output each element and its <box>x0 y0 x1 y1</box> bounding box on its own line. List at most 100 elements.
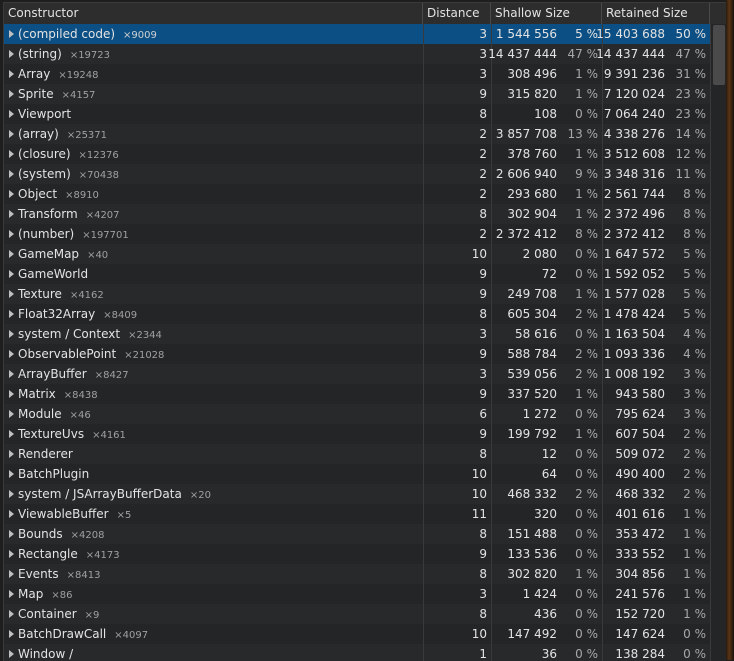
expand-triangle-icon[interactable] <box>9 130 14 138</box>
constructor-name: system / Context <box>18 327 121 341</box>
expand-triangle-icon[interactable] <box>9 290 14 298</box>
table-row[interactable]: Rectangle ×4173 9 133 536 0 % 333 552 1 % <box>4 544 710 564</box>
distance-cell: 10 <box>423 624 491 644</box>
expand-triangle-icon[interactable] <box>9 250 14 258</box>
table-row[interactable]: ObservablePoint ×21028 9 588 784 2 % 1 093 33… <box>4 344 710 364</box>
shallow-size-cell: 58 616 0 % <box>491 324 602 344</box>
table-row[interactable]: (array) ×25371 2 3 857 708 13 % 4 338 276 14 % <box>4 124 710 144</box>
table-row[interactable]: Sprite ×4157 9 315 820 1 % 7 120 024 23 % <box>4 84 710 104</box>
shallow-size-value: 58 616 <box>515 327 557 341</box>
expand-triangle-icon[interactable] <box>9 550 14 558</box>
expand-triangle-icon[interactable] <box>9 370 14 378</box>
expand-triangle-icon[interactable] <box>9 310 14 318</box>
expand-triangle-icon[interactable] <box>9 110 14 118</box>
expand-triangle-icon[interactable] <box>9 450 14 458</box>
expand-triangle-icon[interactable] <box>9 650 14 658</box>
expand-triangle-icon[interactable] <box>9 570 14 578</box>
expand-triangle-icon[interactable] <box>9 530 14 538</box>
expand-triangle-icon[interactable] <box>9 590 14 598</box>
table-row[interactable]: BatchDrawCall ×4097 10 147 492 0 % 147 624 0 % <box>4 624 710 644</box>
table-row[interactable]: Module ×46 6 1 272 0 % 795 624 3 % <box>4 404 710 424</box>
table-row[interactable]: GameWorld 9 72 0 % 1 592 052 5 % <box>4 264 710 284</box>
retained-size-value: 401 616 <box>615 507 665 521</box>
table-row[interactable]: Texture ×4162 9 249 708 1 % 1 577 028 5 % <box>4 284 710 304</box>
constructor-cell: Module ×46 <box>4 404 423 424</box>
table-row[interactable]: Window / 1 36 0 % 138 284 0 % <box>4 644 710 661</box>
shallow-size-column-header[interactable]: Shallow Size <box>491 3 602 24</box>
constructor-rows: (compiled code) ×9009 3 1 544 556 5 % 15 403 … <box>4 24 710 661</box>
expand-triangle-icon[interactable] <box>9 410 14 418</box>
retained-size-value: 9 391 236 <box>603 67 665 81</box>
table-row[interactable]: Bounds ×4208 8 151 488 0 % 353 472 1 % <box>4 524 710 544</box>
retained-size-value: 1 647 572 <box>603 247 665 261</box>
instance-count: ×12376 <box>78 150 119 161</box>
retained-size-cell: 2 372 412 8 % <box>602 224 710 244</box>
expand-triangle-icon[interactable] <box>9 70 14 78</box>
table-row[interactable]: Float32Array ×8409 8 605 304 2 % 1 478 424 5 % <box>4 304 710 324</box>
expand-triangle-icon[interactable] <box>9 170 14 178</box>
table-row[interactable]: Viewport 8 108 0 % 7 064 240 23 % <box>4 104 710 124</box>
table-row[interactable]: (number) ×197701 2 2 372 412 8 % 2 372 412 8 % <box>4 224 710 244</box>
retained-size-percent: 3 % <box>683 407 706 421</box>
shallow-size-percent: 0 % <box>575 327 598 341</box>
expand-triangle-icon[interactable] <box>9 430 14 438</box>
table-row[interactable]: Renderer 8 12 0 % 509 072 2 % <box>4 444 710 464</box>
shallow-size-percent: 1 % <box>575 207 598 221</box>
table-row[interactable]: Container ×9 8 436 0 % 152 720 1 % <box>4 604 710 624</box>
vertical-scrollbar[interactable] <box>710 24 726 661</box>
table-row[interactable]: (system) ×70438 2 2 606 940 9 % 3 348 316 11 % <box>4 164 710 184</box>
table-row[interactable]: system / Context ×2344 3 58 616 0 % 1 163 504… <box>4 324 710 344</box>
expand-triangle-icon[interactable] <box>9 510 14 518</box>
constructor-column-header[interactable]: Constructor <box>4 3 423 24</box>
shallow-size-cell: 293 680 1 % <box>491 184 602 204</box>
expand-triangle-icon[interactable] <box>9 630 14 638</box>
constructor-name: (array) <box>18 127 59 141</box>
expand-triangle-icon[interactable] <box>9 150 14 158</box>
distance-cell: 6 <box>423 404 491 424</box>
instance-count: ×2344 <box>128 330 162 341</box>
distance-cell: 8 <box>423 604 491 624</box>
expand-triangle-icon[interactable] <box>9 470 14 478</box>
table-row[interactable]: ArrayBuffer ×8427 3 539 056 2 % 1 008 192 3 % <box>4 364 710 384</box>
table-row[interactable]: Object ×8910 2 293 680 1 % 2 561 744 8 % <box>4 184 710 204</box>
table-row[interactable]: (compiled code) ×9009 3 1 544 556 5 % 15 403 … <box>4 24 710 44</box>
expand-triangle-icon[interactable] <box>9 190 14 198</box>
scrollbar-thumb[interactable] <box>713 25 725 85</box>
expand-triangle-icon[interactable] <box>9 490 14 498</box>
expand-triangle-icon[interactable] <box>9 90 14 98</box>
distance-cell: 10 <box>423 484 491 504</box>
table-row[interactable]: Events ×8413 8 302 820 1 % 304 856 1 % <box>4 564 710 584</box>
expand-triangle-icon[interactable] <box>9 350 14 358</box>
table-row[interactable]: ViewableBuffer ×5 11 320 0 % 401 616 1 % <box>4 504 710 524</box>
table-row[interactable]: Array ×19248 3 308 496 1 % 9 391 236 31 % <box>4 64 710 84</box>
shallow-size-percent: 0 % <box>575 467 598 481</box>
expand-triangle-icon[interactable] <box>9 30 14 38</box>
table-row[interactable]: GameMap ×40 10 2 080 0 % 1 647 572 5 % <box>4 244 710 264</box>
distance-column-header[interactable]: Distance <box>423 3 491 24</box>
expand-triangle-icon[interactable] <box>9 270 14 278</box>
expand-triangle-icon[interactable] <box>9 390 14 398</box>
table-row[interactable]: Transform ×4207 8 302 904 1 % 2 372 496 8 % <box>4 204 710 224</box>
distance-cell: 3 <box>423 24 491 44</box>
table-row[interactable]: (string) ×19723 3 14 437 444 47 % 14 437 444 4… <box>4 44 710 64</box>
expand-triangle-icon[interactable] <box>9 610 14 618</box>
expand-triangle-icon[interactable] <box>9 230 14 238</box>
table-row[interactable]: Matrix ×8438 9 337 520 1 % 943 580 3 % <box>4 384 710 404</box>
table-row[interactable]: TextureUvs ×4161 9 199 792 1 % 607 504 2 % <box>4 424 710 444</box>
table-row[interactable]: system / JSArrayBufferData ×20 10 468 332 2 … <box>4 484 710 504</box>
expand-triangle-icon[interactable] <box>9 50 14 58</box>
table-row[interactable]: BatchPlugin 10 64 0 % 490 400 2 % <box>4 464 710 484</box>
retained-size-cell: 3 512 608 12 % <box>602 144 710 164</box>
instance-count: ×25371 <box>66 130 108 141</box>
retained-size-percent: 23 % <box>675 87 707 101</box>
constructor-name: GameMap <box>18 247 80 261</box>
expand-triangle-icon[interactable] <box>9 210 14 218</box>
retained-size-column-header[interactable]: Retained Size <box>602 3 710 24</box>
expand-triangle-icon[interactable] <box>9 330 14 338</box>
distance-cell: 10 <box>423 244 491 264</box>
table-row[interactable]: Map ×86 3 1 424 0 % 241 576 1 % <box>4 584 710 604</box>
shallow-size-percent: 0 % <box>575 447 598 461</box>
table-row[interactable]: (closure) ×12376 2 378 760 1 % 3 512 608 12 % <box>4 144 710 164</box>
constructor-name: (system) <box>18 167 71 181</box>
distance-cell: 1 <box>423 644 491 661</box>
